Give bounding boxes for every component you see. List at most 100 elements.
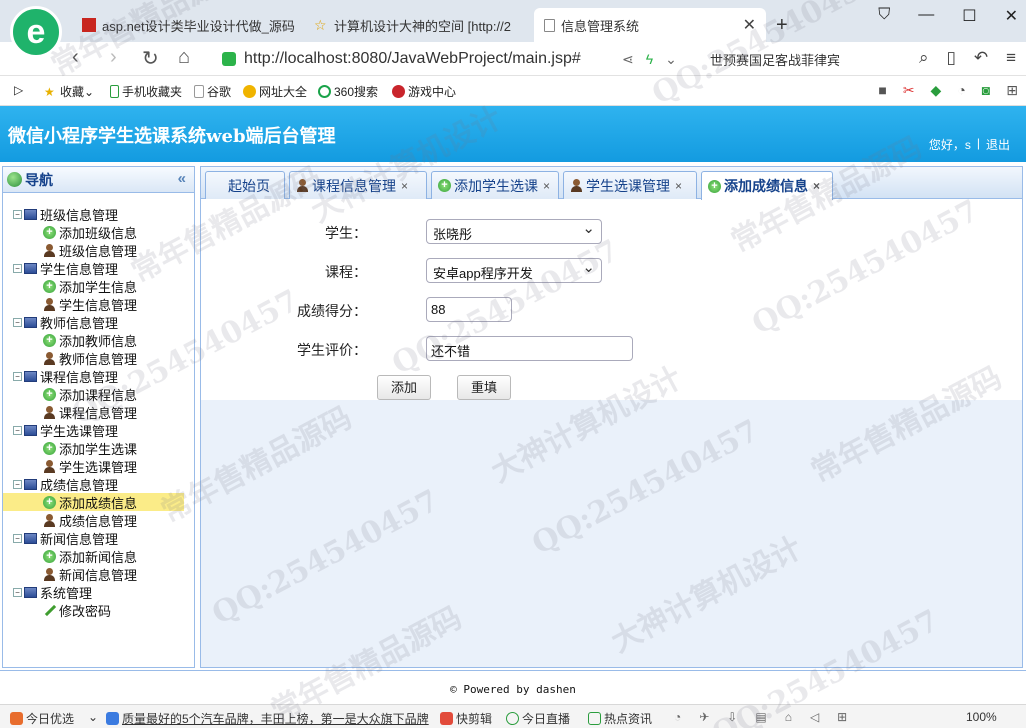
extension-icon-2[interactable]: ◆	[931, 82, 942, 99]
zoom-level[interactable]: 100%	[966, 710, 997, 724]
nav-item-label: 添加成绩信息	[59, 495, 138, 511]
new-tab-button[interactable]: +	[766, 8, 796, 42]
collapse-toggle-icon[interactable]: −	[13, 479, 22, 489]
search-icon[interactable]: ⌕	[919, 48, 929, 68]
status-hot-news[interactable]: 热点资讯	[588, 710, 652, 727]
nav-item[interactable]: 课程信息管理	[3, 403, 194, 421]
gamepad-icon[interactable]: ◙	[982, 82, 990, 99]
status-tool-icons[interactable]: ◔✈⇩▤⌂◁⊞	[674, 710, 865, 724]
reload-icon[interactable]: ↻	[142, 46, 159, 71]
share-icon[interactable]: ⋖	[622, 51, 634, 68]
close-tab-icon[interactable]: ×	[401, 179, 408, 193]
bookmark-games[interactable]: 游戏中心	[392, 83, 456, 100]
bookmark-google[interactable]: 谷歌	[194, 83, 231, 100]
close-tab-icon[interactable]: ×	[813, 179, 820, 193]
sidebar-toggle-icon[interactable]: ▷	[14, 83, 23, 97]
nav-group[interactable]: − 新闻信息管理	[3, 529, 194, 547]
collapse-toggle-icon[interactable]: −	[13, 425, 22, 435]
shirt-icon[interactable]: ⛉	[878, 6, 890, 26]
close-tab-icon[interactable]: ×	[543, 179, 550, 193]
search-hint[interactable]: 世预赛国足客战菲律宾	[710, 50, 840, 69]
nav-item[interactable]: 学生信息管理	[3, 295, 194, 313]
add-button[interactable]: 添加	[377, 375, 431, 400]
nav-group[interactable]: − 成绩信息管理	[3, 475, 194, 493]
nav-item-label: 新闻信息管理	[59, 567, 138, 583]
collapse-toggle-icon[interactable]: −	[13, 533, 22, 543]
home-icon[interactable]: ⌂	[178, 46, 190, 69]
nav-item[interactable]: 班级信息管理	[3, 241, 194, 259]
content-tab[interactable]: 学生选课管理 ×	[563, 171, 697, 199]
content-tab[interactable]: 课程信息管理 ×	[289, 171, 427, 199]
nav-item[interactable]: 成绩信息管理	[3, 511, 194, 529]
course-select[interactable]: 安卓app程序开发	[426, 258, 602, 283]
menu-icon[interactable]: ≡	[1006, 48, 1016, 68]
app-header: 微信小程序学生选课系统web端后台管理 您好，s | 退出	[0, 106, 1026, 162]
collapse-toggle-icon[interactable]: −	[13, 587, 22, 597]
collapse-icon[interactable]: «	[178, 170, 186, 187]
nav-item[interactable]: + 添加课程信息	[3, 385, 194, 403]
nav-item[interactable]: + 添加学生信息	[3, 277, 194, 295]
browser-logo-icon[interactable]: e	[10, 6, 62, 58]
nav-item[interactable]: 学生选课管理	[3, 457, 194, 475]
collapse-toggle-icon[interactable]: −	[13, 263, 22, 273]
status-quick-edit[interactable]: 快剪辑	[440, 710, 492, 727]
nav-item[interactable]: + 添加班级信息	[3, 223, 194, 241]
nav-group[interactable]: − 系统管理	[3, 583, 194, 601]
browser-tab-1[interactable]: asp.net设计类毕业设计代做_源码	[72, 8, 300, 42]
nav-group[interactable]: − 教师信息管理	[3, 313, 194, 331]
status-chevron-icon[interactable]: ⌄	[88, 710, 98, 724]
computer-icon	[24, 370, 37, 382]
back-icon[interactable]: ‹	[72, 46, 79, 69]
browser-tab-3[interactable]: 信息管理系统 ✕	[534, 8, 766, 42]
content-tab[interactable]: 起始页	[205, 171, 285, 199]
score-input[interactable]: 88	[426, 297, 512, 322]
grid-icon[interactable]: ⊞	[1006, 82, 1018, 99]
maximize-icon[interactable]: ☐	[962, 6, 976, 26]
dropdown-chevron-icon[interactable]: ⌄	[665, 51, 677, 68]
nav-item[interactable]: + 添加教师信息	[3, 331, 194, 349]
undo-icon[interactable]: ↶	[974, 48, 988, 68]
reset-button[interactable]: 重填	[457, 375, 511, 400]
nav-group[interactable]: − 班级信息管理	[3, 205, 194, 223]
comment-input[interactable]: 还不错	[426, 336, 633, 361]
browser-tab-2[interactable]: ☆ 计算机设计大神的空间 [http://2	[304, 8, 530, 42]
close-tab-icon[interactable]: ×	[675, 179, 682, 193]
status-daily-picks[interactable]: 今日优选	[10, 710, 74, 727]
nav-item[interactable]: 教师信息管理	[3, 349, 194, 367]
add-icon: +	[43, 495, 56, 509]
nav-item[interactable]: 新闻信息管理	[3, 565, 194, 583]
extension-icons: ■ ✂ ◆ ◔ ◙ ⊞	[878, 82, 1018, 99]
nav-item[interactable]: + 添加成绩信息	[3, 493, 184, 511]
nav-group[interactable]: − 学生选课管理	[3, 421, 194, 439]
nav-group[interactable]: − 课程信息管理	[3, 367, 194, 385]
bookmark-favorites[interactable]: ★ 收藏 ⌄	[44, 83, 94, 100]
status-live[interactable]: 今日直播	[506, 710, 570, 727]
minimize-icon[interactable]: —	[918, 6, 934, 26]
content-tab[interactable]: + 添加成绩信息 ×	[701, 171, 833, 200]
collapse-toggle-icon[interactable]: −	[13, 317, 22, 327]
forward-icon[interactable]: ›	[110, 46, 117, 69]
bell-icon[interactable]: ◔	[957, 82, 965, 99]
nav-group[interactable]: − 学生信息管理	[3, 259, 194, 277]
lightning-icon[interactable]: ϟ	[646, 51, 653, 68]
nav-item[interactable]: + 添加学生选课	[3, 439, 194, 457]
nav-item[interactable]: 修改密码	[3, 601, 194, 619]
page-icon	[194, 85, 204, 98]
bookmark-360[interactable]: 360搜索	[318, 83, 378, 100]
student-select[interactable]: 张晓彤	[426, 219, 602, 244]
collapse-toggle-icon[interactable]: −	[13, 209, 22, 219]
phone-icon[interactable]: ▯	[946, 48, 955, 68]
nav-item[interactable]: + 添加新闻信息	[3, 547, 194, 565]
bookmark-sites[interactable]: 网址大全	[243, 83, 307, 100]
nav-item-label: 添加新闻信息	[59, 549, 138, 565]
collapse-toggle-icon[interactable]: −	[13, 371, 22, 381]
content-tab[interactable]: + 添加学生选课 ×	[431, 171, 559, 199]
logout-link[interactable]: 退出	[986, 136, 1010, 153]
window-close-icon[interactable]: ✕	[1005, 6, 1018, 26]
scissors-icon[interactable]: ✂	[903, 82, 915, 99]
bookmark-mobile[interactable]: 手机收藏夹	[110, 83, 182, 100]
site-favicon-icon	[82, 18, 96, 32]
close-tab-icon[interactable]: ✕	[735, 15, 756, 35]
status-news-link[interactable]: 质量最好的5个汽车品牌，丰田上榜，第一是大众旗下品牌	[106, 710, 429, 727]
extension-icon-1[interactable]: ■	[878, 82, 886, 99]
